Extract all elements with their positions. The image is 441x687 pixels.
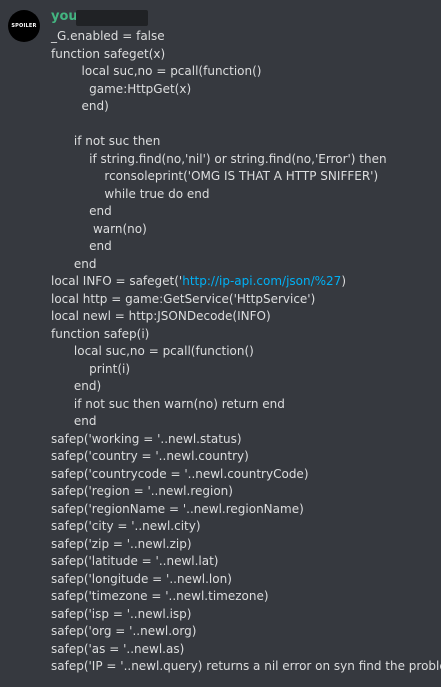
message-line: local http = game:GetService('HttpServic… — [51, 291, 316, 306]
message-line: _G.enabled = false — [51, 29, 165, 43]
message-line: safep('city = '..newl.city) — [51, 519, 201, 533]
message-line: safep('regionName = '..newl.regionName) — [51, 501, 304, 516]
line-text: ) — [341, 274, 347, 288]
message-line: safep('IP = '..newl.query) returns a nil… — [51, 659, 441, 673]
message-line: while true do end — [51, 186, 210, 201]
message-line: if not suc then — [51, 134, 161, 148]
message-line: print(i) — [51, 361, 131, 376]
message-line: local INFO = safeget('http://ip-api.com/… — [51, 273, 441, 291]
message-line: end) — [51, 99, 109, 113]
chat-message: SPOILER you _G.enabled = false function s… — [0, 0, 441, 687]
message-line: game:HttpGet(x) — [51, 81, 192, 96]
message-line: safep('timezone = '..newl.timezone) — [51, 589, 269, 603]
line-text: local INFO = safeget(' — [51, 274, 183, 288]
message-line: function safep(i) — [51, 326, 150, 341]
message-line: safep('isp = '..newl.isp) — [51, 606, 192, 621]
message-line: safep('zip = '..newl.zip) — [51, 536, 192, 551]
message-body: _G.enabled = false function safeget(x) lo… — [51, 28, 441, 676]
message-line: safep('working = '..newl.status) — [51, 431, 242, 446]
message-line: local suc,no = pcall(function() — [51, 64, 262, 78]
message-line: local newl = http:JSONDecode(INFO) — [51, 309, 271, 323]
message-line: safep('latitude = '..newl.lat) — [51, 554, 219, 568]
username[interactable]: you — [51, 9, 78, 24]
message-line: end — [51, 204, 112, 218]
redacted-name-block — [76, 10, 148, 26]
url-link[interactable]: http://ip-api.com/json/%27 — [182, 274, 341, 288]
message-line: end — [51, 239, 112, 253]
message-line: rconsoleprint('OMG IS THAT A HTTP SNIFFE… — [51, 169, 379, 183]
message-line: safep('longitude = '..newl.lon) — [51, 571, 232, 586]
message-line: if not suc then warn(no) return end — [51, 396, 285, 411]
message-line: safep('countrycode = '..newl.countryCode… — [51, 466, 309, 481]
message-line: safep('country = '..newl.country) — [51, 449, 249, 463]
message-line: safep('region = '..newl.region) — [51, 484, 233, 498]
message-line: end — [51, 414, 97, 428]
message-line: function safeget(x) — [51, 46, 166, 61]
message-line — [51, 116, 441, 134]
user-avatar[interactable]: SPOILER — [8, 10, 40, 42]
avatar-label: SPOILER — [11, 23, 37, 29]
message-line: safep('as = '..newl.as) — [51, 641, 185, 656]
message-line: end — [51, 256, 97, 271]
message-line: safep('org = '..newl.org) — [51, 624, 197, 638]
message-line: local suc,no = pcall(function() — [51, 344, 254, 358]
message-line: end) — [51, 379, 102, 393]
message-line: if string.find(no,'nil') or string.find(… — [51, 151, 387, 166]
message-line: warn(no) — [51, 221, 147, 236]
